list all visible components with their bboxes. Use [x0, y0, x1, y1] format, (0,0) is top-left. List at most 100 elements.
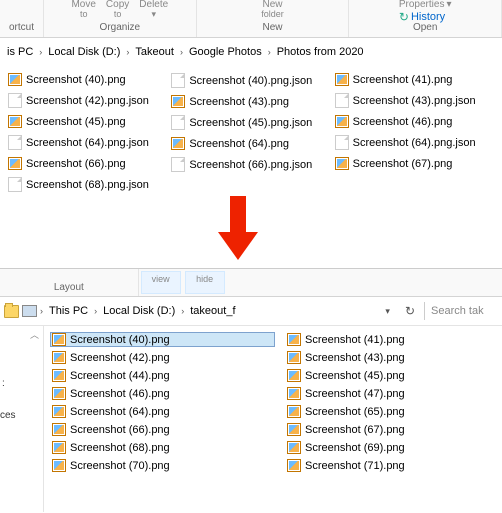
- file-icon: [171, 157, 185, 172]
- hide-button[interactable]: hide: [185, 271, 225, 294]
- image-icon: [287, 387, 301, 400]
- file-name: Screenshot (66).png: [26, 158, 126, 170]
- breadcrumb-item[interactable]: takeout_f: [187, 303, 238, 319]
- file-item[interactable]: Screenshot (42).png: [50, 350, 275, 365]
- file-item[interactable]: Screenshot (45).png: [285, 368, 485, 383]
- file-item[interactable]: Screenshot (69).png: [285, 440, 485, 455]
- file-item[interactable]: Screenshot (41).png: [333, 72, 496, 87]
- properties-button[interactable]: Properties▾: [399, 0, 452, 10]
- file-item[interactable]: Screenshot (66).png: [50, 422, 275, 437]
- file-name: Screenshot (68).png.json: [26, 179, 149, 191]
- file-item[interactable]: Screenshot (40).png: [50, 332, 275, 347]
- breadcrumb-item[interactable]: Takeout: [132, 44, 177, 60]
- ribbon-group-organize: Moveto Copyto Delete▾ Organize: [44, 0, 197, 37]
- file-item[interactable]: Screenshot (68).png: [50, 440, 275, 455]
- chevron-down-icon[interactable]: ▾: [379, 306, 396, 317]
- copy-to-button[interactable]: Copyto: [106, 0, 129, 19]
- image-icon: [8, 73, 22, 86]
- refresh-icon[interactable]: ↻: [399, 304, 421, 318]
- nav-item[interactable]: :: [2, 378, 5, 389]
- image-icon: [171, 137, 185, 150]
- chevron-right-icon: ›: [181, 306, 184, 316]
- scroll-up-icon[interactable]: ︿: [30, 328, 39, 341]
- file-item[interactable]: Screenshot (40).png.json: [169, 72, 332, 89]
- file-name: Screenshot (45).png: [26, 116, 126, 128]
- file-item[interactable]: Screenshot (46).png: [333, 114, 496, 129]
- file-name: Screenshot (41).png: [305, 334, 405, 346]
- file-item[interactable]: Screenshot (68).png.json: [6, 176, 169, 193]
- file-item[interactable]: Screenshot (64).png: [50, 404, 275, 419]
- file-item[interactable]: Screenshot (47).png: [285, 386, 485, 401]
- breadcrumb-item[interactable]: Google Photos: [186, 44, 265, 60]
- file-item[interactable]: Screenshot (67).png: [285, 422, 485, 437]
- file-name: Screenshot (70).png: [70, 460, 170, 472]
- file-item[interactable]: Screenshot (45).png: [6, 114, 169, 129]
- file-item[interactable]: Screenshot (43).png: [285, 350, 485, 365]
- breadcrumb-item[interactable]: is PC: [4, 44, 36, 60]
- file-item[interactable]: Screenshot (43).png: [169, 94, 332, 109]
- chevron-right-icon: ›: [180, 47, 183, 57]
- ribbon-group-open: Properties▾ ↻History Open: [349, 0, 502, 37]
- file-item[interactable]: Screenshot (46).png: [50, 386, 275, 401]
- file-item[interactable]: Screenshot (42).png.json: [6, 92, 169, 109]
- image-icon: [171, 95, 185, 108]
- file-item[interactable]: Screenshot (44).png: [50, 368, 275, 383]
- new-folder-button[interactable]: Newfolder: [261, 0, 284, 19]
- image-icon: [52, 405, 66, 418]
- nav-item[interactable]: ces: [0, 410, 16, 421]
- breadcrumb-item[interactable]: Local Disk (D:): [45, 44, 123, 60]
- file-name: Screenshot (41).png: [353, 74, 453, 86]
- file-name: Screenshot (64).png: [70, 406, 170, 418]
- group-label: Organize: [100, 22, 141, 33]
- ribbon-spacer: [227, 269, 502, 296]
- breadcrumb-item[interactable]: This PC: [46, 303, 91, 319]
- image-icon: [287, 333, 301, 346]
- nav-pane[interactable]: ︿ : ces: [0, 326, 44, 512]
- file-item[interactable]: Screenshot (66).png.json: [169, 156, 332, 173]
- file-item[interactable]: Screenshot (41).png: [285, 332, 485, 347]
- ribbon-group-shortcut: ortcut: [0, 0, 44, 37]
- file-item[interactable]: Screenshot (65).png: [285, 404, 485, 419]
- file-name: Screenshot (67).png: [305, 424, 405, 436]
- move-to-button[interactable]: Moveto: [71, 0, 95, 19]
- image-icon: [8, 115, 22, 128]
- image-icon: [52, 369, 66, 382]
- file-icon: [335, 135, 349, 150]
- file-item[interactable]: Screenshot (67).png: [333, 156, 496, 171]
- file-item[interactable]: Screenshot (70).png: [50, 458, 275, 473]
- pc-icon: [22, 305, 37, 317]
- file-item[interactable]: Screenshot (71).png: [285, 458, 485, 473]
- file-name: Screenshot (44).png: [70, 370, 170, 382]
- file-name: Screenshot (69).png: [305, 442, 405, 454]
- file-name: Screenshot (43).png: [189, 96, 289, 108]
- file-name: Screenshot (42).png.json: [26, 95, 149, 107]
- breadcrumb-item[interactable]: Photos from 2020: [274, 44, 367, 60]
- file-name: Screenshot (66).png.json: [189, 159, 312, 171]
- file-name: Screenshot (46).png: [353, 116, 453, 128]
- address-bar[interactable]: ›This PC›Local Disk (D:)›takeout_f ▾ ↻ S…: [0, 297, 502, 326]
- view-button[interactable]: view: [141, 271, 181, 294]
- file-item[interactable]: Screenshot (64).png.json: [6, 134, 169, 151]
- file-name: Screenshot (42).png: [70, 352, 170, 364]
- file-name: Screenshot (71).png: [305, 460, 405, 472]
- file-icon: [171, 73, 185, 88]
- breadcrumb[interactable]: is PC›Local Disk (D:)›Takeout›Google Pho…: [0, 38, 502, 66]
- file-item[interactable]: Screenshot (64).png.json: [333, 134, 496, 151]
- lower-window: Layout view hide ›This PC›Local Disk (D:…: [0, 268, 502, 513]
- file-name: Screenshot (64).png.json: [26, 137, 149, 149]
- search-input[interactable]: Search tak: [424, 302, 498, 320]
- ribbon-toolbar: ortcut Moveto Copyto Delete▾ Organize Ne…: [0, 0, 502, 38]
- file-name: Screenshot (40).png: [70, 334, 170, 346]
- image-icon: [287, 351, 301, 364]
- image-icon: [52, 333, 66, 346]
- file-item[interactable]: Screenshot (45).png.json: [169, 114, 332, 131]
- file-item[interactable]: Screenshot (64).png: [169, 136, 332, 151]
- file-name: Screenshot (64).png.json: [353, 137, 476, 149]
- file-item[interactable]: Screenshot (66).png: [6, 156, 169, 171]
- file-item[interactable]: Screenshot (40).png: [6, 72, 169, 87]
- group-label: Open: [413, 22, 437, 33]
- file-item[interactable]: Screenshot (43).png.json: [333, 92, 496, 109]
- image-icon: [335, 73, 349, 86]
- breadcrumb-item[interactable]: Local Disk (D:): [100, 303, 178, 319]
- delete-button[interactable]: Delete▾: [139, 0, 168, 19]
